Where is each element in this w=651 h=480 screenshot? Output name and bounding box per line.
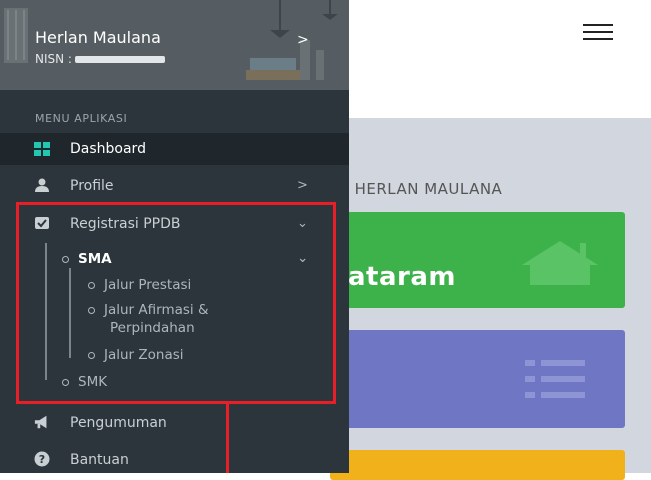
help-icon: ? — [34, 451, 50, 467]
sidebar-subitem-sma[interactable]: SMA — [62, 251, 112, 267]
circle-icon — [62, 255, 69, 263]
sidebar-item-label: Profile — [70, 178, 114, 194]
megaphone-icon — [34, 415, 47, 429]
check-square-icon — [35, 217, 49, 229]
sidebar-item-label: Pengumuman — [70, 415, 167, 431]
user-icon — [35, 178, 49, 192]
home-icon — [522, 241, 598, 285]
sidebar-subitem-label: Jalur Zonasi — [104, 347, 184, 363]
sidebar-subitem-label: Jalur Prestasi — [104, 277, 192, 293]
hamburger-menu-icon[interactable] — [583, 24, 613, 40]
tree-line — [69, 268, 71, 358]
dashboard-icon — [34, 142, 50, 156]
sidebar-subitem-label-cont[interactable]: Perpindahan — [110, 320, 195, 336]
chevron-right-icon: > — [297, 178, 308, 193]
chevron-down-icon: ⌄ — [297, 216, 308, 231]
circle-icon — [62, 378, 69, 386]
sidebar-item-dashboard[interactable]: Dashboard — [0, 133, 349, 165]
highlight-pointer-line — [226, 404, 229, 473]
sidebar-subitem-label: SMA — [78, 251, 112, 267]
sidebar-subitem-jalur-zonasi[interactable]: Jalur Zonasi — [88, 347, 184, 363]
school-card-text: ataram — [348, 262, 456, 292]
user-panel[interactable]: Herlan Maulana NISN : > — [0, 0, 349, 90]
sidebar-item-label: Bantuan — [70, 452, 129, 468]
user-name: Herlan Maulana — [35, 28, 161, 47]
sidebar-item-label: Dashboard — [70, 141, 146, 157]
list-icon — [525, 360, 585, 398]
sidebar-subitem-jalur-prestasi[interactable]: Jalur Prestasi — [88, 277, 191, 293]
sidebar-item-pengumuman[interactable]: Pengumuman — [0, 407, 349, 439]
list-card[interactable] — [330, 330, 625, 428]
chevron-down-icon[interactable]: ⌄ — [297, 250, 308, 266]
welcome-text: GHERLAN MAULANA — [330, 175, 502, 200]
circle-icon — [88, 281, 95, 289]
nisn-redacted — [74, 56, 165, 63]
sidebar-subitem-smk[interactable]: SMK — [62, 374, 107, 390]
info-card[interactable] — [330, 450, 625, 480]
nisn-label: NISN : — [35, 52, 72, 66]
sidebar-item-profile[interactable]: Profile > — [0, 170, 349, 202]
sidebar-subitem-label: Jalur Afirmasi & — [104, 302, 209, 318]
sidebar-subitem-label: SMK — [78, 374, 108, 390]
menu-header: MENU APLIKASI — [35, 112, 128, 125]
sidebar-item-label: Registrasi PPDB — [70, 216, 181, 232]
user-nisn: NISN : — [35, 52, 165, 66]
circle-icon — [88, 306, 95, 314]
sidebar-item-bantuan[interactable]: ? Bantuan — [0, 444, 349, 476]
welcome-name: HERLAN MAULANA — [354, 180, 503, 198]
school-card[interactable]: ataram — [330, 212, 625, 308]
svg-text:?: ? — [39, 453, 45, 466]
sidebar: Herlan Maulana NISN : > MENU APLIKASI Da… — [0, 0, 349, 473]
sidebar-item-registrasi-ppdb[interactable]: Registrasi PPDB ⌄ — [0, 208, 349, 240]
sidebar-subitem-jalur-afirmasi[interactable]: Jalur Afirmasi & — [88, 302, 208, 318]
chevron-right-icon[interactable]: > — [297, 32, 309, 48]
tree-line — [45, 243, 47, 380]
circle-icon — [88, 351, 95, 359]
